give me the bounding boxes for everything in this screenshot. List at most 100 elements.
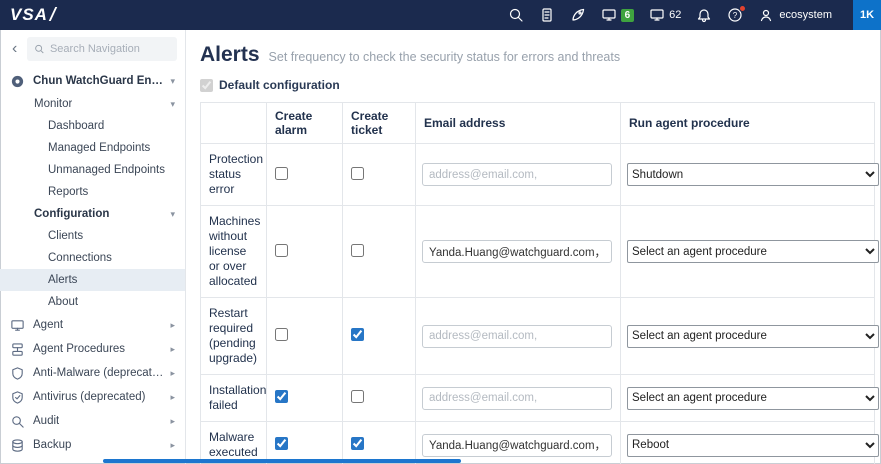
row-label: Installation failed (200, 374, 267, 422)
search-icon[interactable] (508, 7, 524, 23)
procedures-icon (10, 342, 25, 357)
row-label: Protection status error (200, 143, 267, 206)
row-label: Machines without license or over allocat… (200, 205, 267, 298)
search-icon (35, 44, 44, 54)
topbar-actions: 6 62 ? ecosystem 1K (508, 0, 881, 30)
sidebar-item-configuration[interactable]: Configuration ▾ (0, 203, 185, 225)
monitor-total-icon (649, 7, 665, 23)
agent-procedure-select[interactable]: Select an agent procedure (627, 386, 879, 410)
email-input[interactable] (422, 324, 612, 348)
default-configuration-label: Default configuration (219, 78, 340, 92)
sidebar-item-clients[interactable]: Clients (0, 225, 185, 247)
create-ticket-checkbox[interactable] (351, 390, 364, 403)
create-ticket-checkbox[interactable] (351, 328, 364, 341)
email-input[interactable] (422, 163, 612, 186)
shield-check-icon (10, 390, 25, 405)
table-row-restart-required: Restart required (pending upgrade) Selec… (200, 297, 879, 375)
chevron-down-icon: ▾ (170, 98, 175, 109)
database-icon (10, 438, 25, 453)
svg-text:?: ? (733, 11, 738, 20)
email-input[interactable] (422, 433, 612, 457)
alerts-table: Create alarm Create ticket Email address… (200, 102, 879, 464)
header-create-ticket: Create ticket (342, 102, 416, 144)
online-count-badge: 6 (620, 8, 635, 22)
vsa-logo: VSA (10, 5, 54, 25)
main-content: Alerts Set frequency to check the securi… (186, 30, 881, 464)
sidebar-item-anti-malware[interactable]: Anti-Malware (deprecated) ▸ (0, 361, 185, 385)
row-label: Restart required (pending upgrade) (200, 297, 267, 375)
sidebar-item-module-root[interactable]: Chun WatchGuard Endpoint ... ▾ (0, 69, 185, 93)
chevron-down-icon: ▾ (170, 208, 175, 219)
sidebar-collapse-button[interactable]: ‹ (8, 39, 21, 59)
topbar: VSA 6 62 ? ecosystem 1K (0, 0, 881, 30)
user-menu[interactable]: ecosystem (758, 7, 832, 23)
help-alert-dot (739, 5, 747, 12)
sidebar-item-about[interactable]: About (0, 291, 185, 313)
chevron-right-icon: ▸ (170, 343, 175, 354)
total-count-label: 62 (669, 9, 682, 21)
row-label: Malware executed (200, 421, 267, 464)
monitor-icon (10, 318, 25, 333)
nav-search-input[interactable] (49, 43, 170, 55)
chevron-right-icon: ▸ (170, 391, 175, 402)
shield-icon (10, 366, 25, 381)
agents-online-counter[interactable]: 6 (601, 7, 635, 23)
user-icon (758, 7, 774, 23)
chevron-right-icon: ▸ (170, 319, 175, 330)
create-ticket-checkbox[interactable] (351, 243, 364, 257)
sidebar-item-unmanaged-endpoints[interactable]: Unmanaged Endpoints (0, 159, 185, 181)
tenant-badge[interactable]: 1K (853, 0, 881, 30)
sidebar-item-reports[interactable]: Reports (0, 181, 185, 203)
agent-procedure-select[interactable]: Select an agent procedure (627, 240, 879, 263)
email-input[interactable] (422, 386, 612, 410)
chevron-down-icon: ▾ (170, 75, 175, 86)
header-run-agent-procedure: Run agent procedure (620, 102, 875, 144)
chevron-right-icon: ▸ (170, 367, 175, 378)
table-row-protection-status-error: Protection status error Shutdown (200, 143, 879, 206)
chevron-right-icon: ▸ (170, 415, 175, 426)
vsa-app: VSA 6 62 ? ecosystem 1K ‹ Search Navigat… (0, 0, 881, 464)
bell-icon[interactable] (696, 7, 712, 23)
agents-total-counter[interactable]: 62 (649, 7, 681, 23)
table-row-installation-failed: Installation failed Select an agent proc… (200, 374, 879, 422)
sidebar-item-monitor[interactable]: Monitor ▾ (0, 93, 185, 115)
page-title: Alerts (200, 43, 260, 66)
create-alarm-checkbox[interactable] (275, 328, 288, 341)
create-ticket-checkbox[interactable] (351, 166, 364, 180)
agent-procedure-select[interactable]: Shutdown (627, 163, 879, 186)
sidebar-item-agent-procedures[interactable]: Agent Procedures ▸ (0, 337, 185, 361)
email-input[interactable] (422, 240, 612, 263)
page-subtitle: Set frequency to check the security stat… (268, 50, 621, 64)
agent-procedure-select[interactable]: Select an agent procedure (627, 324, 879, 348)
monitor-online-icon (601, 7, 617, 23)
default-configuration-checkbox[interactable] (200, 78, 213, 92)
sidebar-item-audit[interactable]: Audit ▸ (0, 409, 185, 433)
table-row-malware-executed: Malware executed Reboot (200, 421, 879, 464)
sidebar-search (27, 37, 177, 61)
header-create-alarm: Create alarm (266, 102, 343, 144)
magnifier-icon (10, 414, 25, 429)
horizontal-scrollbar-thumb[interactable] (103, 459, 461, 463)
sidebar-item-alerts[interactable]: Alerts (0, 269, 185, 291)
create-alarm-checkbox[interactable] (275, 166, 288, 180)
document-icon[interactable] (539, 7, 555, 23)
sidebar-item-managed-endpoints[interactable]: Managed Endpoints (0, 137, 185, 159)
sidebar-item-agent[interactable]: Agent ▸ (0, 313, 185, 337)
launch-icon[interactable] (570, 7, 586, 23)
create-ticket-checkbox[interactable] (351, 437, 364, 450)
header-empty (200, 102, 267, 144)
create-alarm-checkbox[interactable] (275, 437, 288, 450)
help-icon[interactable]: ? (727, 5, 747, 23)
agent-procedure-select[interactable]: Reboot (627, 433, 879, 457)
sidebar-item-antivirus[interactable]: Antivirus (deprecated) ▸ (0, 385, 185, 409)
create-alarm-checkbox[interactable] (275, 390, 288, 403)
table-header-row: Create alarm Create ticket Email address… (200, 102, 875, 144)
create-alarm-checkbox[interactable] (275, 243, 288, 257)
sidebar-item-connections[interactable]: Connections (0, 247, 185, 269)
table-row-machines-without-license: Machines without license or over allocat… (200, 205, 879, 298)
sidebar-item-dashboard[interactable]: Dashboard (0, 115, 185, 137)
sidebar: ‹ Chun WatchGuard Endpoint ... ▾ Monitor… (0, 30, 186, 464)
chevron-right-icon: ▸ (170, 439, 175, 450)
sidebar-item-backup[interactable]: Backup ▸ (0, 433, 185, 457)
header-email-address: Email address (415, 102, 621, 144)
